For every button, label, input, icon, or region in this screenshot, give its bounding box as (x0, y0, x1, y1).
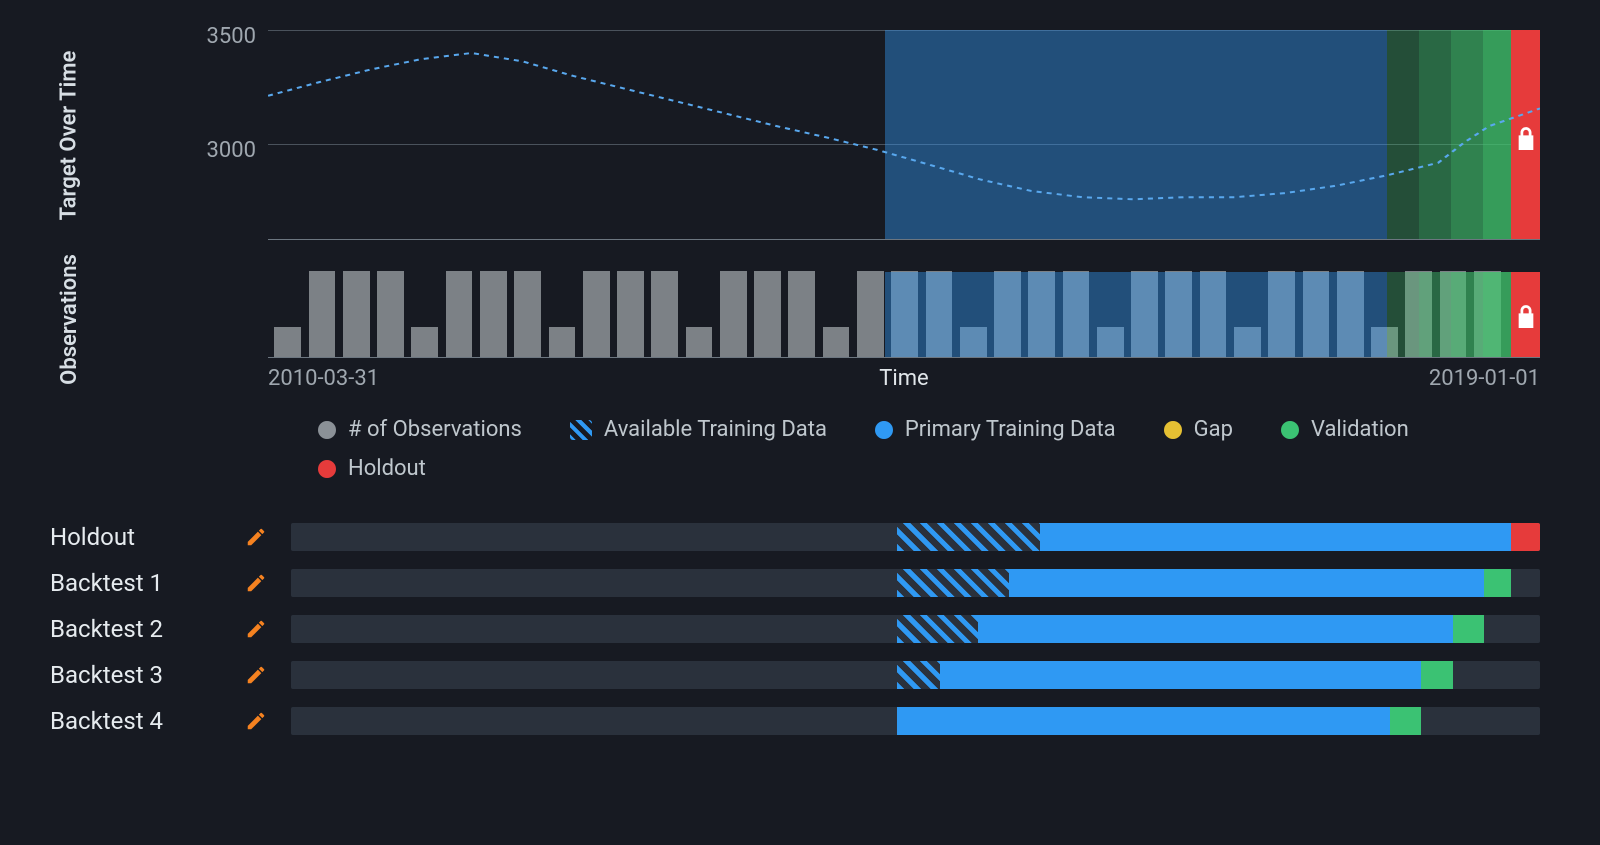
edit-icon[interactable] (245, 710, 291, 732)
obs-bar (617, 271, 644, 357)
fold-bar[interactable] (291, 569, 1540, 597)
fold-label: Backtest 2 (50, 615, 245, 643)
obs-ylabel: Observations (57, 254, 82, 385)
obs-bar (583, 271, 610, 357)
obs-bar (857, 271, 884, 357)
legend-holdout: Holdout (318, 456, 1518, 481)
legend-available: Available Training Data (570, 417, 827, 442)
observations-section: Observations 2010-03-31 Time 2019-01-01 (50, 248, 1540, 391)
fold-bar[interactable] (291, 707, 1540, 735)
obs-bar (720, 271, 747, 357)
obs-chart (268, 272, 1540, 358)
ytick-3000: 3000 (207, 138, 256, 163)
fold-row: Holdout (50, 521, 1540, 553)
fold-label: Backtest 3 (50, 661, 245, 689)
axis-start: 2010-03-31 (268, 366, 379, 391)
legend-primary: Primary Training Data (875, 417, 1116, 442)
target-ylabel: Target Over Time (57, 50, 82, 220)
obs-bar (446, 271, 473, 357)
obs-bar (549, 327, 576, 357)
target-chart (268, 30, 1540, 240)
lock-icon (1515, 126, 1537, 152)
edit-icon[interactable] (245, 664, 291, 686)
target-over-time-section: Target Over Time 3500 3000 (50, 30, 1540, 240)
fold-label: Backtest 4 (50, 707, 245, 735)
lock-icon (1515, 304, 1537, 330)
backtest-folds: Holdout Backtest 1 Backtest 2 Backtest 3 Bac… (50, 521, 1540, 751)
obs-bar (343, 271, 370, 357)
legend-observations: # of Observations (318, 417, 522, 442)
fold-bar[interactable] (291, 615, 1540, 643)
legend-gap: Gap (1164, 417, 1233, 442)
fold-label: Holdout (50, 523, 245, 551)
obs-bar (377, 271, 404, 357)
fold-label: Backtest 1 (50, 569, 245, 597)
edit-icon[interactable] (245, 618, 291, 640)
obs-bar (514, 271, 541, 357)
obs-bar (788, 271, 815, 357)
fold-bar[interactable] (291, 523, 1540, 551)
obs-bar (651, 271, 678, 357)
fold-row: Backtest 3 (50, 659, 1540, 691)
fold-row: Backtest 4 (50, 705, 1540, 737)
edit-icon[interactable] (245, 572, 291, 594)
fold-bar[interactable] (291, 661, 1540, 689)
obs-bar (823, 327, 850, 357)
legend: # of Observations Available Training Dat… (318, 417, 1518, 481)
edit-icon[interactable] (245, 526, 291, 548)
obs-bar (274, 327, 301, 357)
time-axis: 2010-03-31 Time 2019-01-01 (268, 358, 1540, 391)
obs-bar (754, 271, 781, 357)
target-line (268, 30, 1540, 239)
obs-bar (480, 271, 507, 357)
legend-validation: Validation (1281, 417, 1409, 442)
fold-row: Backtest 2 (50, 613, 1540, 645)
obs-bar (411, 327, 438, 357)
obs-bar (309, 271, 336, 357)
ytick-3500: 3500 (207, 24, 256, 49)
fold-row: Backtest 1 (50, 567, 1540, 599)
obs-bar (686, 327, 713, 357)
axis-center: Time (879, 366, 928, 391)
axis-end: 2019-01-01 (1429, 366, 1540, 391)
